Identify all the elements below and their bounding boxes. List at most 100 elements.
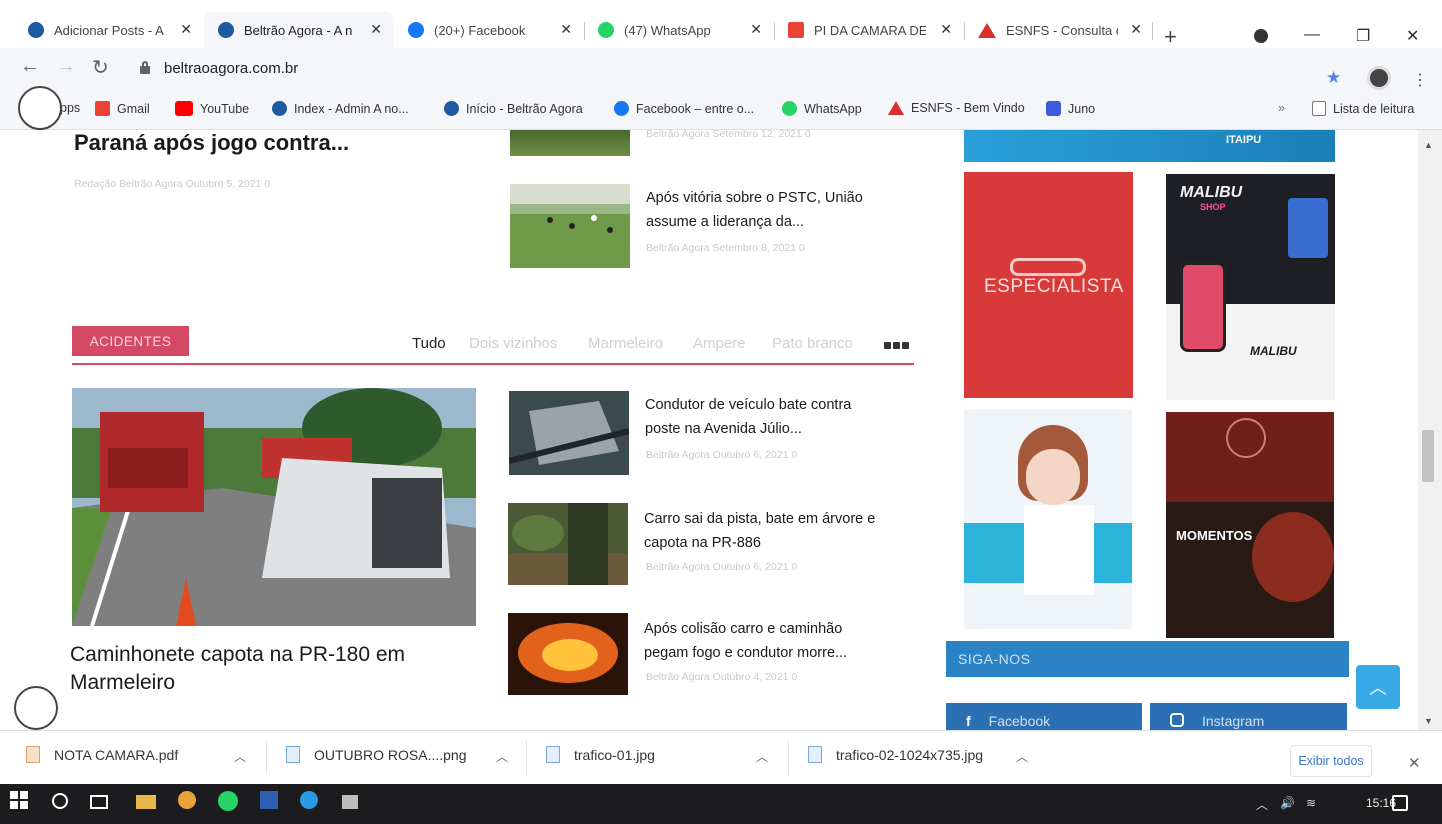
url-field[interactable]: beltraoagora.com.br bbox=[164, 60, 298, 77]
scroll-down-icon[interactable]: ▼ bbox=[1424, 716, 1433, 726]
story-title-line[interactable]: assume a liderança da... bbox=[646, 210, 804, 234]
story-thumbnail[interactable] bbox=[509, 391, 629, 475]
esnfs-icon bbox=[978, 22, 996, 38]
facebook-button[interactable]: f Facebook bbox=[946, 703, 1142, 730]
top-story-title[interactable]: Paraná após jogo contra... bbox=[74, 130, 349, 158]
wifi-icon[interactable]: ≋ bbox=[1306, 796, 1316, 810]
malibu-shop-ad[interactable]: MALIBU SHOP MALIBU bbox=[1166, 174, 1335, 400]
bookmark-label: WhatsApp bbox=[804, 101, 862, 116]
download-item[interactable]: OUTUBRO ROSA....png bbox=[286, 746, 466, 763]
chevron-up-icon[interactable]: ︿ bbox=[234, 748, 246, 765]
download-name: NOTA CAMARA.pdf bbox=[54, 746, 179, 763]
story-title-line[interactable]: pegam fogo e condutor morre... bbox=[644, 641, 847, 665]
story-thumbnail[interactable] bbox=[510, 184, 630, 268]
minimize-button[interactable]: — bbox=[1304, 26, 1320, 44]
itaipu-ad[interactable]: ITAIPU bbox=[964, 130, 1335, 162]
scroll-up-icon[interactable]: ▲ bbox=[1424, 140, 1433, 150]
close-icon[interactable]: ✕ bbox=[370, 21, 382, 38]
story-title-line[interactable]: poste na Avenida Júlio... bbox=[645, 417, 802, 441]
tab-title: PI DA CAMARA DE bbox=[814, 22, 926, 38]
chevron-up-icon[interactable]: ︿ bbox=[1256, 796, 1268, 813]
story-thumbnail[interactable] bbox=[508, 613, 628, 695]
back-to-top-button[interactable]: ︿ bbox=[1356, 665, 1400, 709]
chevron-up-icon[interactable]: ︿ bbox=[1016, 748, 1028, 765]
file-explorer-icon[interactable] bbox=[136, 795, 156, 809]
volume-icon[interactable]: 🔊 bbox=[1280, 796, 1295, 810]
windows-start-icon[interactable] bbox=[10, 791, 30, 811]
task-view-icon[interactable] bbox=[90, 795, 108, 809]
tab-esnfs[interactable]: ESNFS - Consulta d ✕ bbox=[964, 12, 1154, 48]
download-item[interactable]: NOTA CAMARA.pdf bbox=[26, 746, 178, 763]
more-bookmarks-icon[interactable]: » bbox=[1278, 101, 1285, 115]
otica-ad[interactable]: ESPECIALISTA bbox=[964, 172, 1133, 398]
notifications-icon[interactable] bbox=[1392, 795, 1408, 811]
chrome-icon[interactable] bbox=[178, 791, 196, 809]
tab-search-icon[interactable] bbox=[1254, 29, 1268, 43]
close-icon[interactable]: ✕ bbox=[560, 21, 572, 38]
story-thumbnail[interactable] bbox=[510, 130, 630, 156]
word-icon[interactable] bbox=[260, 791, 278, 809]
story-thumbnail[interactable] bbox=[508, 503, 628, 585]
close-icon[interactable]: ✕ bbox=[1130, 21, 1142, 38]
otica-brand: ESPECIALISTA bbox=[984, 276, 1124, 297]
bookmark-index-admin[interactable]: Index - Admin A no... bbox=[272, 101, 409, 116]
clinic-ad[interactable] bbox=[964, 409, 1132, 629]
close-icon[interactable]: ✕ bbox=[750, 21, 762, 38]
main-story-title-line[interactable]: Caminhonete capota na PR-180 em bbox=[70, 640, 405, 670]
close-icon[interactable]: ✕ bbox=[940, 21, 952, 38]
tab-gmail[interactable]: PI DA CAMARA DE ✕ bbox=[774, 12, 964, 48]
whatsapp-icon[interactable] bbox=[218, 791, 238, 811]
main-story-image[interactable] bbox=[72, 388, 476, 626]
menu-icon[interactable]: ⋮ bbox=[1412, 70, 1428, 90]
bookmark-gmail[interactable]: Gmail bbox=[95, 101, 150, 116]
instagram-button[interactable]: Instagram bbox=[1150, 703, 1347, 730]
restaurant-ad[interactable]: MOMENTOS bbox=[1166, 412, 1334, 638]
download-item[interactable]: trafico-01.jpg bbox=[546, 746, 655, 763]
forward-icon[interactable]: → bbox=[56, 55, 76, 78]
avatar[interactable] bbox=[1367, 66, 1391, 90]
show-all-downloads-button[interactable]: Exibir todos bbox=[1290, 745, 1372, 777]
star-icon[interactable]: ★ bbox=[1326, 68, 1341, 88]
story-title-line[interactable]: capota na PR-886 bbox=[644, 531, 761, 555]
close-icon[interactable]: ✕ bbox=[180, 21, 192, 38]
restore-button[interactable]: ❐ bbox=[1356, 26, 1370, 46]
story-title-line[interactable]: Carro sai da pista, bate em árvore e bbox=[644, 507, 875, 531]
bookmark-inicio[interactable]: Início - Beltrão Agora bbox=[444, 101, 583, 116]
chevron-up-icon[interactable]: ︿ bbox=[756, 748, 768, 765]
chevron-up-icon[interactable]: ︿ bbox=[496, 748, 508, 765]
filter-tudo[interactable]: Tudo bbox=[412, 335, 446, 352]
download-item[interactable]: trafico-02-1024x735.jpg bbox=[808, 746, 983, 763]
bookmark-juno[interactable]: Juno bbox=[1046, 101, 1095, 116]
story-title-line[interactable]: Após vitória sobre o PSTC, União bbox=[646, 186, 863, 210]
reload-icon[interactable]: ↻ bbox=[92, 55, 109, 80]
search-icon[interactable] bbox=[52, 793, 68, 809]
tab-whatsapp[interactable]: (47) WhatsApp ✕ bbox=[584, 12, 774, 48]
tab-adicionar-posts[interactable]: Adicionar Posts - A ✕ bbox=[14, 12, 204, 48]
new-tab-button[interactable]: + bbox=[1164, 24, 1177, 50]
filter-pato-branco[interactable]: Pato branco bbox=[772, 335, 853, 352]
tab-divider bbox=[964, 22, 965, 40]
edge-icon[interactable] bbox=[300, 791, 318, 809]
main-story-title-line[interactable]: Marmeleiro bbox=[70, 668, 175, 698]
itaipu-logo-text: ITAIPU bbox=[1226, 134, 1262, 146]
reading-list[interactable]: Lista de leitura bbox=[1312, 101, 1414, 116]
story-title-line[interactable]: Após colisão carro e caminhão bbox=[644, 617, 842, 641]
bookmark-apps[interactable]: pps bbox=[60, 101, 80, 115]
filter-ampere[interactable]: Ampere bbox=[693, 335, 746, 352]
bookmark-esnfs[interactable]: ESNFS - Bem Vindo bbox=[888, 101, 1025, 115]
app-icon[interactable] bbox=[342, 795, 358, 809]
bookmark-whatsapp[interactable]: WhatsApp bbox=[782, 101, 862, 116]
bookmark-youtube[interactable]: YouTube bbox=[175, 101, 249, 116]
close-window-button[interactable]: ✕ bbox=[1406, 26, 1419, 46]
scrollbar-thumb[interactable] bbox=[1422, 430, 1434, 482]
filter-marmeleiro[interactable]: Marmeleiro bbox=[588, 335, 663, 352]
fire-photo bbox=[508, 613, 628, 695]
bookmark-facebook[interactable]: Facebook – entre o... bbox=[614, 101, 754, 116]
back-icon[interactable]: ← bbox=[20, 55, 40, 78]
tab-facebook[interactable]: (20+) Facebook ✕ bbox=[394, 12, 584, 48]
story-title-line[interactable]: Condutor de veículo bate contra bbox=[645, 393, 851, 417]
close-downloads-icon[interactable]: ✕ bbox=[1408, 754, 1421, 772]
more-filters-icon[interactable] bbox=[884, 342, 909, 349]
tab-beltrao-agora[interactable]: Beltrão Agora - A n ✕ bbox=[204, 12, 394, 48]
filter-dois-vizinhos[interactable]: Dois vizinhos bbox=[469, 335, 557, 352]
